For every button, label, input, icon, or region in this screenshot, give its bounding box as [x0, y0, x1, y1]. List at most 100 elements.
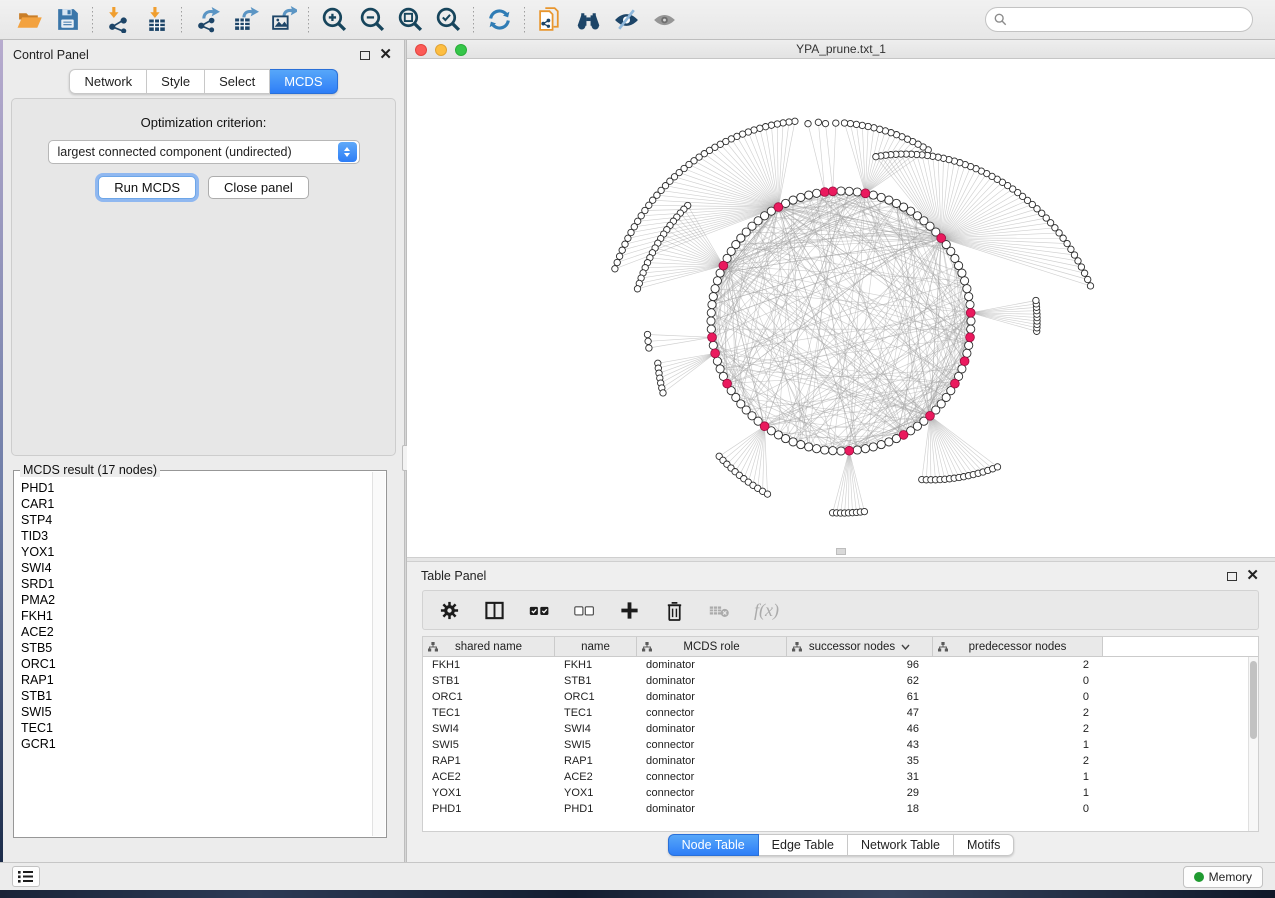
- columns-icon: [484, 600, 505, 621]
- mcds-result-item[interactable]: SRD1: [15, 576, 372, 592]
- window-maximize-icon[interactable]: [455, 44, 467, 56]
- function-builder-button[interactable]: f(x): [754, 600, 779, 621]
- table-scrollbar[interactable]: [1248, 657, 1258, 831]
- export-network-button[interactable]: [188, 4, 226, 36]
- tab-style[interactable]: Style: [147, 69, 205, 94]
- table-cell: RAP1: [555, 753, 637, 769]
- float-panel-icon[interactable]: [360, 51, 370, 60]
- table-row[interactable]: TEC1TEC1connector472: [423, 705, 1248, 721]
- tab-node-table[interactable]: Node Table: [668, 834, 759, 856]
- table-toolbar: f(x): [422, 590, 1259, 630]
- table-cell: ORC1: [423, 689, 555, 705]
- mcds-result-item[interactable]: SWI5: [15, 704, 372, 720]
- mcds-result-item[interactable]: SWI4: [15, 560, 372, 576]
- canvas-splitter-handle[interactable]: [836, 548, 846, 555]
- fit-content-button[interactable]: [391, 4, 429, 36]
- hide-unselected-button[interactable]: [607, 4, 645, 36]
- delete-table-button[interactable]: [709, 600, 730, 621]
- close-panel-button[interactable]: Close panel: [208, 176, 309, 199]
- mcds-result-item[interactable]: ACE2: [15, 624, 372, 640]
- table-row[interactable]: ACE2ACE2connector311: [423, 769, 1248, 785]
- column-header-MCDS-role[interactable]: MCDS role: [637, 637, 787, 657]
- float-table-panel-icon[interactable]: [1227, 572, 1237, 581]
- tab-motifs[interactable]: Motifs: [954, 834, 1014, 856]
- table-cell: dominator: [637, 801, 787, 817]
- mcds-result-item[interactable]: CAR1: [15, 496, 372, 512]
- mcds-result-item[interactable]: PMA2: [15, 592, 372, 608]
- zoom-out-button[interactable]: [353, 4, 391, 36]
- zoom-in-button[interactable]: [315, 4, 353, 36]
- mcds-result-item[interactable]: TEC1: [15, 720, 372, 736]
- mcds-result-item[interactable]: RAP1: [15, 672, 372, 688]
- select-all-rows-button[interactable]: [529, 600, 550, 621]
- table-row[interactable]: FKH1FKH1dominator962: [423, 657, 1248, 673]
- close-table-panel-icon[interactable]: ✕: [1246, 571, 1259, 581]
- find-network-button[interactable]: [569, 4, 607, 36]
- show-column-pane-button[interactable]: [484, 600, 505, 621]
- search-text-field[interactable]: [1012, 13, 1244, 27]
- table-row[interactable]: SWI4SWI4dominator462: [423, 721, 1248, 737]
- close-panel-icon[interactable]: ✕: [379, 50, 392, 60]
- window-close-icon[interactable]: [415, 44, 427, 56]
- column-settings-button[interactable]: [439, 600, 460, 621]
- mcds-result-scrollbar[interactable]: [372, 472, 385, 836]
- mcds-result-item[interactable]: ORC1: [15, 656, 372, 672]
- export-table-button[interactable]: [226, 4, 264, 36]
- mcds-result-item[interactable]: GCR1: [15, 736, 372, 752]
- tab-edge-table[interactable]: Edge Table: [759, 834, 848, 856]
- table-cell: TEC1: [555, 705, 637, 721]
- optimization-criterion-select[interactable]: largest connected component (undirected): [48, 140, 360, 164]
- memory-button[interactable]: Memory: [1183, 866, 1263, 888]
- table-row[interactable]: RAP1RAP1dominator352: [423, 753, 1248, 769]
- delete-column-button[interactable]: [664, 600, 685, 621]
- zoom-selected-button[interactable]: [429, 4, 467, 36]
- column-header-predecessor-nodes[interactable]: predecessor nodes: [933, 637, 1103, 657]
- toolbar-separator: [524, 7, 525, 33]
- add-column-button[interactable]: [619, 600, 640, 621]
- mcds-result-item[interactable]: YOX1: [15, 544, 372, 560]
- open-file-button[interactable]: [10, 4, 48, 36]
- network-search-input[interactable]: [985, 7, 1253, 32]
- tab-select[interactable]: Select: [205, 69, 270, 94]
- mcds-result-item[interactable]: STB1: [15, 688, 372, 704]
- window-minimize-icon[interactable]: [435, 44, 447, 56]
- eye-slash-icon: [613, 6, 640, 33]
- table-cell: 2: [933, 705, 1103, 721]
- tab-network[interactable]: Network: [69, 69, 147, 94]
- show-all-button[interactable]: [645, 4, 683, 36]
- table-row[interactable]: ORC1ORC1dominator610: [423, 689, 1248, 705]
- table-row[interactable]: YOX1YOX1connector291: [423, 785, 1248, 801]
- refresh-view-button[interactable]: [480, 4, 518, 36]
- table-cell: SWI5: [555, 737, 637, 753]
- tab-mcds[interactable]: MCDS: [270, 69, 337, 94]
- save-session-button[interactable]: [48, 4, 86, 36]
- table-row[interactable]: PHD1PHD1dominator180: [423, 801, 1248, 817]
- list-icon: [18, 870, 34, 883]
- mcds-result-box: MCDS result (17 nodes) PHD1CAR1STP4TID3Y…: [13, 470, 387, 838]
- deselect-all-rows-button[interactable]: [574, 600, 595, 621]
- zoom-in-icon: [321, 6, 348, 33]
- tab-network-table[interactable]: Network Table: [848, 834, 954, 856]
- table-scrollbar-thumb[interactable]: [1250, 661, 1257, 739]
- table-row[interactable]: SWI5SWI5connector431: [423, 737, 1248, 753]
- mcds-result-item[interactable]: FKH1: [15, 608, 372, 624]
- show-panels-button[interactable]: [12, 866, 40, 887]
- mcds-result-item[interactable]: PHD1: [15, 480, 372, 496]
- import-table-button[interactable]: [137, 4, 175, 36]
- network-window-titlebar[interactable]: YPA_prune.txt_1: [407, 40, 1275, 59]
- run-mcds-button[interactable]: Run MCDS: [98, 176, 196, 199]
- import-network-button[interactable]: [99, 4, 137, 36]
- column-header-shared-name[interactable]: shared name: [423, 637, 555, 657]
- table-row[interactable]: STB1STB1dominator620: [423, 673, 1248, 689]
- table-cell: STB1: [423, 673, 555, 689]
- export-network-icon: [194, 6, 221, 33]
- network-canvas[interactable]: [407, 59, 1275, 557]
- mcds-result-item[interactable]: STP4: [15, 512, 372, 528]
- mcds-result-item[interactable]: STB5: [15, 640, 372, 656]
- export-image-button[interactable]: [264, 4, 302, 36]
- table-cell: dominator: [637, 689, 787, 705]
- column-header-successor-nodes[interactable]: successor nodes: [787, 637, 933, 657]
- column-header-name[interactable]: name: [555, 637, 637, 657]
- share-network-button[interactable]: [531, 4, 569, 36]
- mcds-result-item[interactable]: TID3: [15, 528, 372, 544]
